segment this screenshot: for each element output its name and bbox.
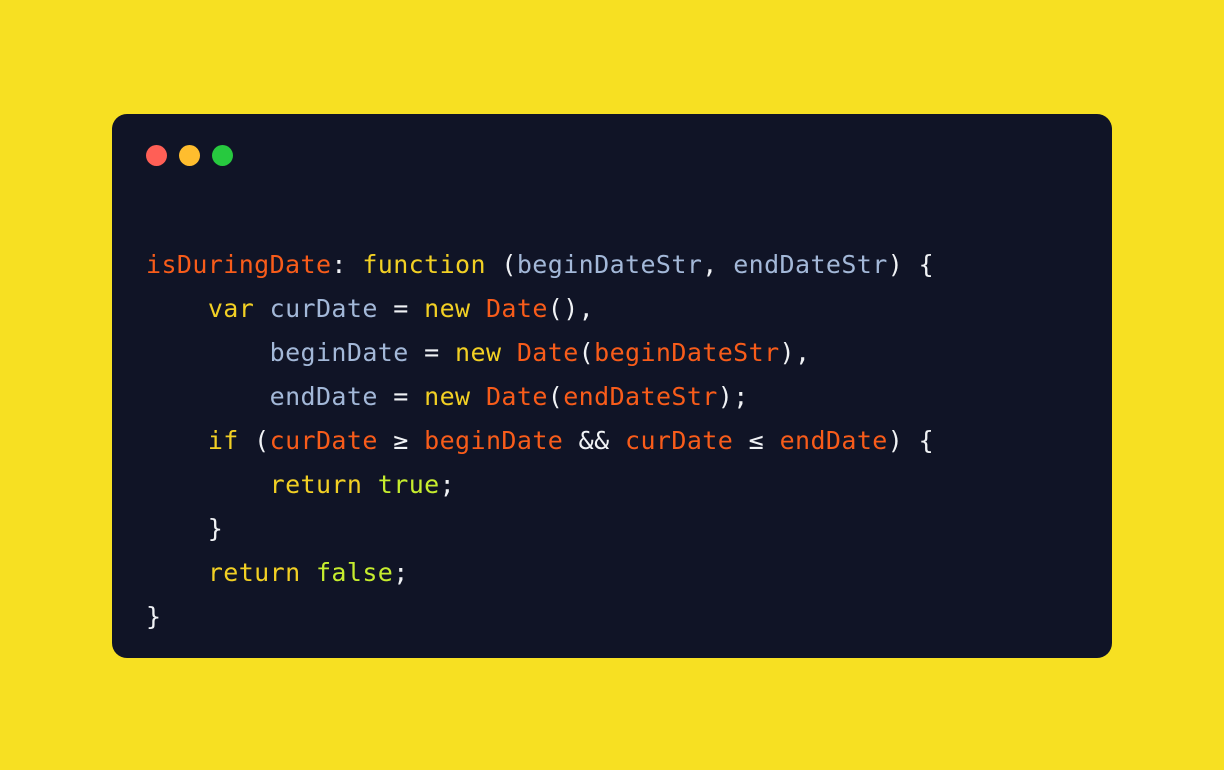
code-token: new — [424, 382, 471, 411]
code-token: : — [331, 250, 363, 279]
code-token: new — [424, 294, 471, 323]
page-root: isDuringDate: function (beginDateStr, en… — [0, 0, 1224, 770]
code-token: beginDateStr — [516, 250, 703, 279]
code-line: endDate = new Date(endDateStr); — [146, 375, 1092, 419]
code-token: if — [207, 426, 239, 455]
code-token: ( — [547, 382, 564, 411]
code-token: curDate — [269, 426, 378, 455]
code-token: ; — [439, 470, 456, 499]
close-window-dot-icon[interactable] — [146, 145, 167, 166]
maximize-window-dot-icon[interactable] — [212, 145, 233, 166]
code-line: isDuringDate: function (beginDateStr, en… — [146, 243, 1092, 287]
code-token: ; — [393, 558, 409, 587]
code-line: return false; — [146, 551, 1092, 595]
minimize-window-dot-icon[interactable] — [179, 145, 200, 166]
code-token: ( — [485, 250, 517, 279]
code-token: endDateStr — [563, 382, 718, 411]
code-line: return true; — [146, 463, 1092, 507]
code-token: = — [424, 338, 440, 367]
code-token: endDate — [269, 382, 378, 411]
code-token: Date — [485, 382, 548, 411]
code-token: endDateStr — [733, 250, 888, 279]
code-token: } — [146, 602, 162, 631]
code-token: beginDate — [269, 338, 409, 367]
code-token: endDate — [779, 426, 888, 455]
code-line: } — [146, 595, 1092, 639]
code-token: return — [269, 470, 363, 499]
code-token: ( — [578, 338, 595, 367]
code-token: ≤ — [748, 426, 765, 455]
code-token: Date — [485, 294, 548, 323]
code-token: beginDateStr — [594, 338, 780, 367]
code-token: ), — [779, 338, 811, 367]
code-token: new — [455, 338, 502, 367]
code-snippet-card: isDuringDate: function (beginDateStr, en… — [112, 114, 1112, 658]
code-line: if (curDate ≥ beginDate && curDate ≤ end… — [146, 419, 1092, 463]
code-token: Date — [516, 338, 579, 367]
code-token: } — [146, 514, 224, 543]
code-token: , — [702, 250, 734, 279]
code-line: var curDate = new Date(), — [146, 287, 1092, 331]
code-token: = — [393, 294, 409, 323]
code-token: (), — [547, 294, 595, 323]
code-token: = — [393, 382, 409, 411]
code-token: curDate — [625, 426, 734, 455]
code-token: ); — [717, 382, 749, 411]
code-token: && — [578, 426, 610, 455]
window-titlebar — [146, 145, 233, 166]
code-token: beginDate — [424, 426, 564, 455]
code-token: function — [362, 250, 486, 279]
code-line: beginDate = new Date(beginDateStr), — [146, 331, 1092, 375]
code-token: isDuringDate — [146, 250, 332, 279]
code-token: ( — [238, 426, 270, 455]
code-token: ) { — [887, 426, 935, 455]
code-token: ) { — [887, 250, 935, 279]
code-token: true — [377, 470, 440, 499]
code-token: var — [207, 294, 255, 323]
code-block[interactable]: isDuringDate: function (beginDateStr, en… — [146, 243, 1092, 639]
code-token: ≥ — [393, 426, 409, 455]
code-line: } — [146, 507, 1092, 551]
code-token: false — [315, 558, 394, 587]
code-token: curDate — [269, 294, 378, 323]
code-token: return — [207, 558, 301, 587]
